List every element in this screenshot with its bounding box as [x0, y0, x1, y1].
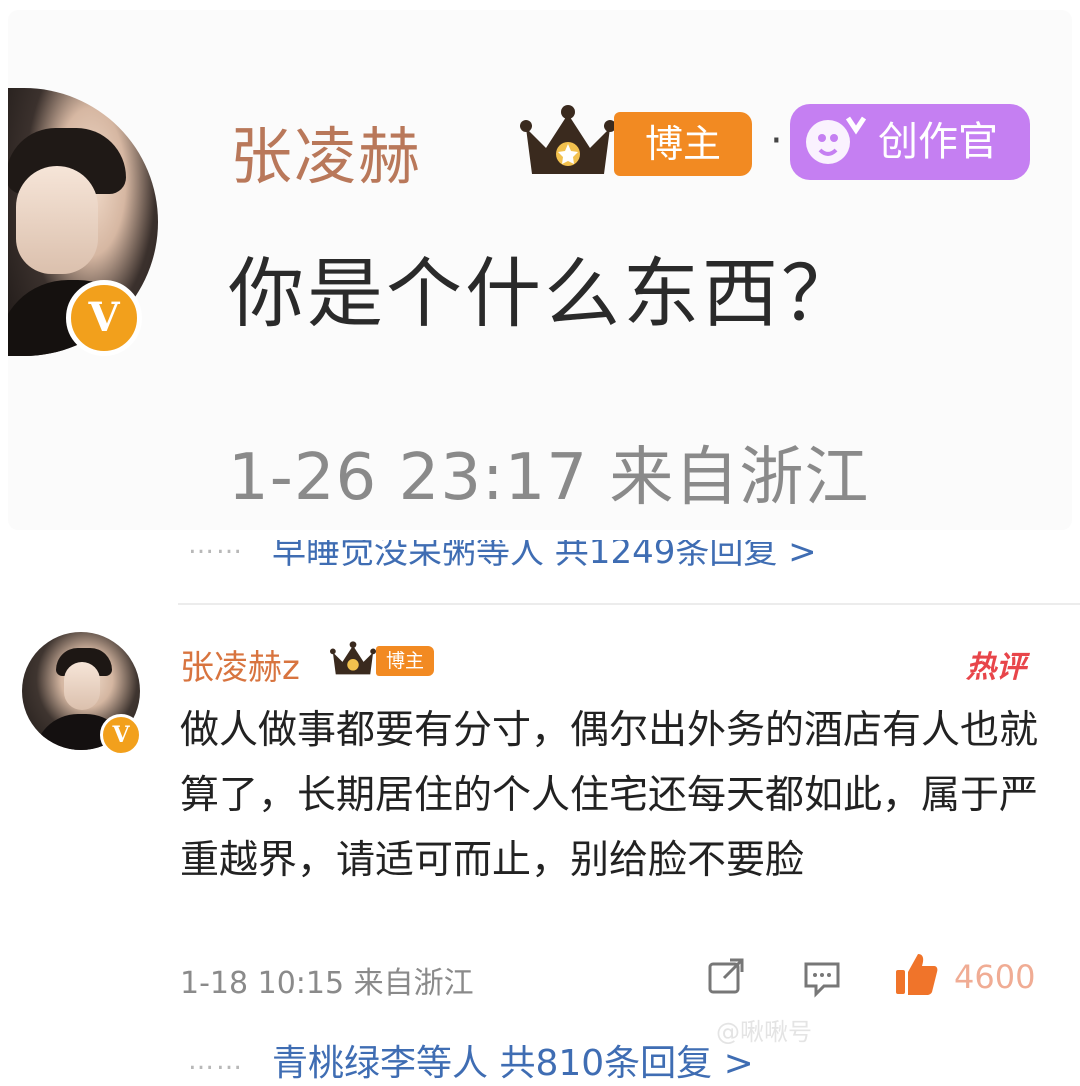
share-icon[interactable] [706, 956, 746, 996]
like-count: 4600 [954, 958, 1036, 996]
replies-dots: …… [188, 540, 244, 560]
blogger-badge: 博主 [614, 112, 752, 176]
comment-content: 做人做事都要有分寸，偶尔出外务的酒店有人也就算了，长期居住的个人住宅还每天都如此… [180, 708, 1039, 883]
avatar-face [16, 166, 98, 274]
verified-v-icon: V [100, 714, 142, 756]
creator-badge: 创作官 [790, 104, 1030, 180]
comment-time-location: 1-26 23:17 来自浙江 [228, 441, 870, 515]
divider [178, 603, 1080, 605]
comment-time-location: 1-18 10:15 来自浙江 [180, 966, 474, 1001]
blogger-badge: 博主 [376, 646, 434, 676]
replies-link-clipped[interactable]: …… 早睡觉没呆粥等人 共1249条回复 > [0, 540, 1080, 570]
crown-icon [520, 105, 616, 174]
crown-icon [330, 641, 376, 675]
creator-badge-label: 创作官 [878, 119, 998, 165]
comment-author-name[interactable]: 张凌赫z [180, 640, 300, 689]
avatar-face [64, 662, 100, 710]
like-thumb-icon[interactable] [892, 950, 940, 998]
verified-v-icon: V [66, 280, 142, 356]
hot-comment-tag: 热评 [966, 650, 1026, 685]
author-name[interactable]: 张凌赫 [230, 106, 422, 196]
comment-icon[interactable] [802, 958, 842, 998]
replies-text[interactable]: 早睡觉没呆粥等人 共1249条回复 > [272, 540, 817, 570]
creator-badge-icon [806, 116, 867, 164]
replies-dots: …… [188, 1046, 244, 1076]
badge-separator: · [770, 118, 783, 164]
comment-content: 你是个什么东西？ [228, 249, 860, 338]
replies-link[interactable]: 青桃绿李等人 共810条回复 > [272, 1034, 754, 1086]
